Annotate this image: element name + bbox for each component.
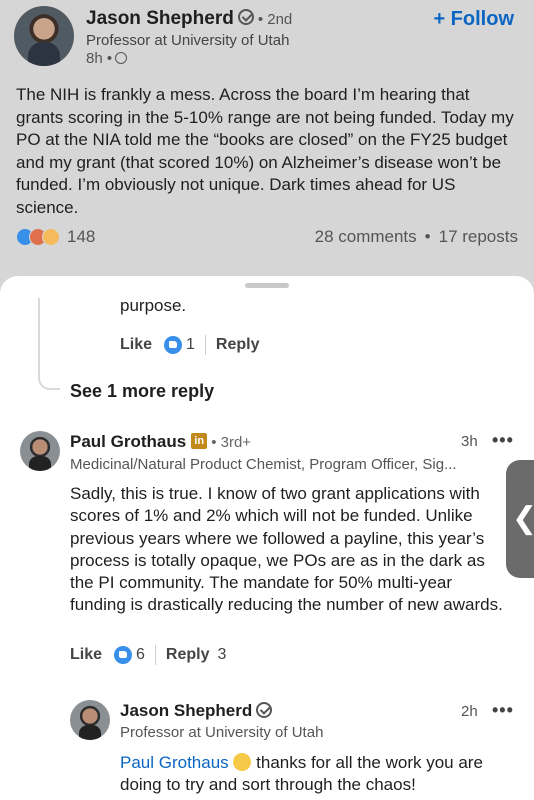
globe-icon (115, 52, 128, 65)
background-post: Jason Shepherd • 2nd Professor at Univers… (0, 0, 534, 290)
commenter-degree: • 3rd+ (211, 434, 252, 451)
follow-button[interactable]: + Follow (433, 8, 514, 31)
replier-name[interactable]: Jason Shepherd (120, 701, 252, 720)
comment-more-options-icon[interactable]: ••• (492, 430, 514, 451)
like-count: 1 (186, 336, 195, 353)
comment-actions: Like 6 Reply 3 (70, 645, 226, 665)
commenter-avatar[interactable] (20, 431, 60, 471)
thread-connector (38, 298, 60, 390)
previous-reply-text: purpose. (120, 296, 187, 315)
reply-body: Paul Grothaus thanks for all the work yo… (120, 752, 520, 797)
like-button[interactable]: Like (70, 646, 102, 664)
comments-sheet: purpose. Like 1 Reply See 1 more reply P… (0, 276, 534, 800)
post-author-name[interactable]: Jason Shepherd (86, 8, 234, 29)
verified-icon (237, 8, 254, 25)
side-drawer-tab[interactable]: ❮ (506, 460, 534, 578)
sad-emoji-icon (233, 752, 252, 771)
replier-headline: Professor at University of Utah (120, 724, 324, 741)
post-author-headline: Professor at University of Utah (86, 32, 290, 49)
post-author[interactable]: Jason Shepherd • 2nd (86, 8, 292, 30)
verified-icon (256, 701, 273, 718)
engagement-summary: 28 comments • 17 reposts (315, 227, 518, 247)
replier-avatar[interactable] (70, 700, 110, 740)
like-button[interactable]: Like (120, 336, 152, 354)
reply-button[interactable]: Reply (166, 646, 210, 664)
see-more-replies-link[interactable]: See 1 more reply (70, 381, 214, 402)
author-avatar[interactable] (14, 6, 74, 66)
comment-body: Sadly, this is true. I know of two grant… (70, 484, 503, 615)
reply-count: 3 (217, 646, 227, 663)
divider (154, 645, 156, 665)
linkedin-badge-icon: in (191, 432, 208, 449)
post-timestamp: 8h • (86, 50, 128, 67)
reposts-count-link[interactable]: 17 reposts (439, 227, 518, 246)
previous-reply-actions: Like 1 Reply (120, 335, 260, 355)
reactions-summary[interactable]: 148 (16, 226, 95, 248)
like-count-icon (164, 336, 183, 354)
mention-link[interactable]: Paul Grothaus (120, 753, 229, 772)
like-count: 6 (136, 646, 145, 663)
commenter-name[interactable]: Paul Grothaus (70, 432, 186, 451)
reaction-count: 148 (67, 227, 96, 246)
post-time-text: 8h • (86, 50, 113, 67)
divider (204, 335, 206, 355)
replier-name-row: Jason Shepherd (120, 701, 273, 721)
comments-count-link[interactable]: 28 comments (315, 227, 417, 246)
reply-time: 2h (461, 703, 478, 720)
sheet-drag-handle[interactable] (245, 283, 289, 288)
commenter-headline: Medicinal/Natural Product Chemist, Progr… (70, 456, 457, 473)
comment-time: 3h (461, 433, 478, 450)
reply-button[interactable]: Reply (216, 336, 260, 354)
separator-dot: • (424, 227, 431, 246)
connection-degree: • 2nd (257, 11, 293, 28)
post-body: The NIH is frankly a mess. Across the bo… (16, 85, 514, 217)
like-count-icon (114, 646, 133, 664)
reply-more-options-icon[interactable]: ••• (492, 700, 514, 721)
insightful-reaction-icon (42, 228, 60, 246)
commenter-name-row: Paul Grothaus in • 3rd+ (70, 432, 251, 452)
